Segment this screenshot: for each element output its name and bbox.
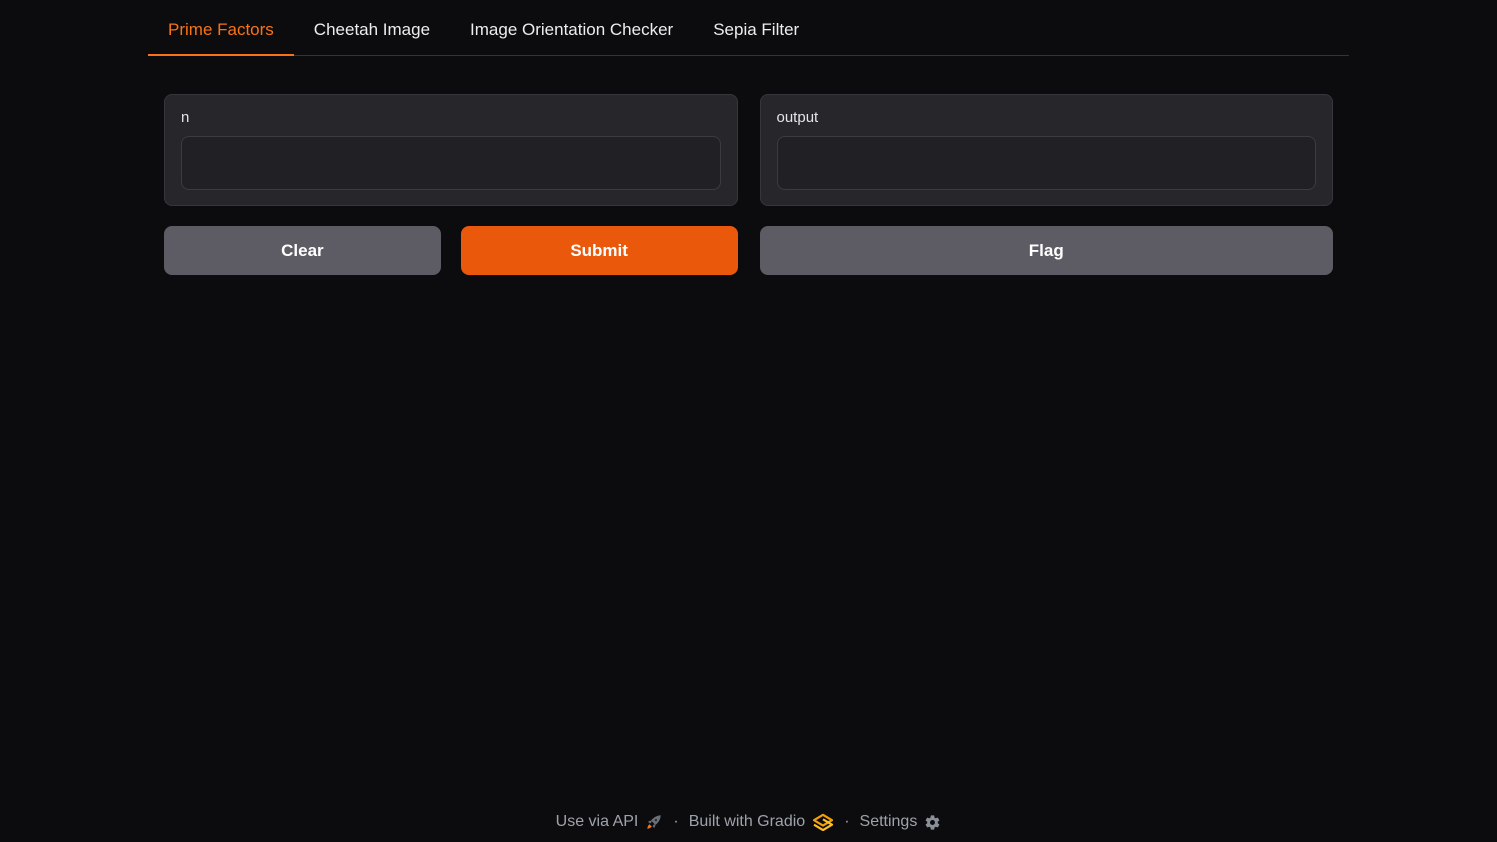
input-label: n xyxy=(181,109,721,126)
settings-link[interactable]: Settings xyxy=(860,813,942,831)
settings-label: Settings xyxy=(860,813,918,831)
footer: Use via API · Built with Gradio · Settin… xyxy=(0,813,1497,831)
clear-button[interactable]: Clear xyxy=(164,226,441,275)
input-buttons-row: Clear Submit xyxy=(164,226,738,275)
input-column: n Clear Submit xyxy=(164,94,738,275)
built-with-gradio-label: Built with Gradio xyxy=(689,813,806,831)
output-textbox[interactable] xyxy=(777,136,1317,190)
tab-bar: Prime Factors Cheetah Image Image Orient… xyxy=(148,8,1349,56)
use-via-api-label: Use via API xyxy=(556,813,639,831)
output-label: output xyxy=(777,109,1317,126)
tab-cheetah-image[interactable]: Cheetah Image xyxy=(294,8,450,56)
io-row: n Clear Submit output Flag xyxy=(148,94,1349,275)
tab-image-orientation-checker[interactable]: Image Orientation Checker xyxy=(450,8,693,56)
output-panel: output xyxy=(760,94,1334,206)
rocket-icon xyxy=(645,813,663,831)
n-input[interactable] xyxy=(181,136,721,190)
gear-icon xyxy=(924,814,941,831)
tab-sepia-filter[interactable]: Sepia Filter xyxy=(693,8,819,56)
tab-prime-factors[interactable]: Prime Factors xyxy=(148,8,294,56)
input-panel: n xyxy=(164,94,738,206)
use-via-api-link[interactable]: Use via API xyxy=(556,813,664,831)
footer-separator: · xyxy=(673,813,678,831)
built-with-gradio-link[interactable]: Built with Gradio xyxy=(689,813,835,831)
gradio-logo-icon xyxy=(812,813,834,831)
flag-button[interactable]: Flag xyxy=(760,226,1334,275)
submit-button[interactable]: Submit xyxy=(461,226,738,275)
output-column: output Flag xyxy=(760,94,1334,275)
footer-separator: · xyxy=(844,813,849,831)
app-container: Prime Factors Cheetah Image Image Orient… xyxy=(148,0,1349,275)
output-buttons-row: Flag xyxy=(760,226,1334,275)
